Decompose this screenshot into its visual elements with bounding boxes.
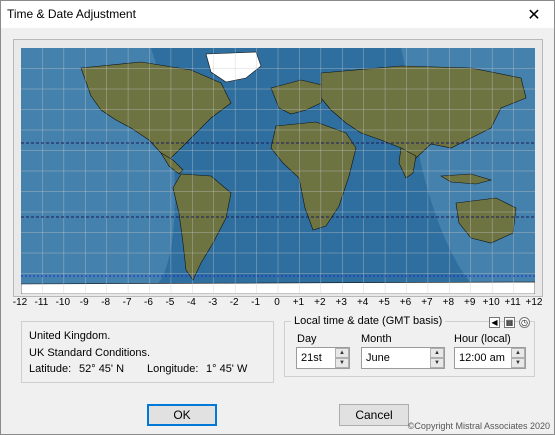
- longitude-value: 1° 45' W: [206, 363, 248, 375]
- timezone-tick: +2: [314, 297, 326, 308]
- timezone-tick: -2: [229, 297, 239, 308]
- hour-value: 12:00 am: [459, 352, 505, 364]
- timezone-tick: -1: [251, 297, 261, 308]
- calendar-icon[interactable]: ▦: [504, 317, 515, 328]
- timezone-tick: -7: [122, 297, 132, 308]
- latitude-label: Latitude:: [29, 363, 72, 375]
- window-title: Time & Date Adjustment: [7, 7, 136, 21]
- timezone-tick: +1: [292, 297, 305, 308]
- timezone-tick: +8: [442, 297, 455, 308]
- hour-label: Hour (local): [454, 333, 511, 345]
- month-down-button[interactable]: ▼: [430, 358, 444, 368]
- timezone-tick: +3: [335, 297, 347, 308]
- day-value: 21st: [301, 352, 322, 364]
- location-info: United Kingdom. UK Standard Conditions. …: [21, 321, 274, 383]
- timezone-tick: -3: [208, 297, 218, 308]
- latitude-value: 52° 45' N: [79, 363, 125, 375]
- title-bar: Time & Date Adjustment ✕: [1, 1, 554, 28]
- timezone-tick: +10: [482, 297, 500, 308]
- timezone-tick: +12: [525, 297, 543, 308]
- world-map[interactable]: [21, 48, 535, 294]
- month-label: Month: [361, 333, 392, 345]
- month-spinner[interactable]: June ▲ ▼: [361, 347, 445, 369]
- day-label: Day: [297, 333, 317, 345]
- copyright-text: ©Copyright Mistral Associates 2020: [407, 421, 550, 431]
- close-button[interactable]: ✕: [514, 1, 554, 28]
- dialog-window: Time & Date Adjustment ✕ -12 -11 -10 -9 …: [0, 0, 555, 435]
- timezone-tick: -10: [55, 297, 71, 308]
- timezone-tick: -12: [12, 297, 28, 308]
- timezone-tick: -5: [165, 297, 175, 308]
- clock-icon[interactable]: ◷: [519, 317, 530, 328]
- hour-spinner[interactable]: 12:00 am ▲ ▼: [454, 347, 526, 369]
- month-up-button[interactable]: ▲: [430, 348, 444, 358]
- timezone-tick: +5: [378, 297, 390, 308]
- country-text: United Kingdom.: [29, 330, 111, 342]
- timezone-tick: +6: [399, 297, 412, 308]
- day-down-button[interactable]: ▼: [335, 358, 349, 368]
- hour-down-button[interactable]: ▼: [511, 358, 525, 368]
- month-value: June: [366, 352, 390, 364]
- timezone-tick: 0: [274, 297, 280, 308]
- timezone-tick: -9: [79, 297, 89, 308]
- ok-button[interactable]: OK: [147, 404, 217, 426]
- timezone-tick: -8: [101, 297, 111, 308]
- cancel-button[interactable]: Cancel: [339, 404, 409, 426]
- timezone-tick: -11: [34, 297, 49, 308]
- local-time-group-label: Local time & date (GMT basis): [291, 315, 446, 327]
- map-panel: [13, 39, 543, 297]
- day-spinner[interactable]: 21st ▲ ▼: [296, 347, 350, 369]
- timezone-tick: -4: [186, 297, 196, 308]
- conditions-text: UK Standard Conditions.: [29, 347, 151, 359]
- timezone-tick: +9: [464, 297, 476, 308]
- timezone-tick: +11: [504, 297, 521, 308]
- timezone-tick: -6: [144, 297, 153, 308]
- flag-icon[interactable]: ◀: [489, 317, 500, 328]
- timezone-ticks: -12 -11 -10 -9 -8 -7 -6 -5 -4 -3 -2 -1 0 +1 +2 +3 +4 +5 +6…: [13, 297, 543, 311]
- day-up-button[interactable]: ▲: [335, 348, 349, 358]
- longitude-label: Longitude:: [147, 363, 199, 375]
- timezone-tick: +7: [421, 297, 433, 308]
- hour-up-button[interactable]: ▲: [511, 348, 525, 358]
- timezone-tick: +4: [356, 297, 369, 308]
